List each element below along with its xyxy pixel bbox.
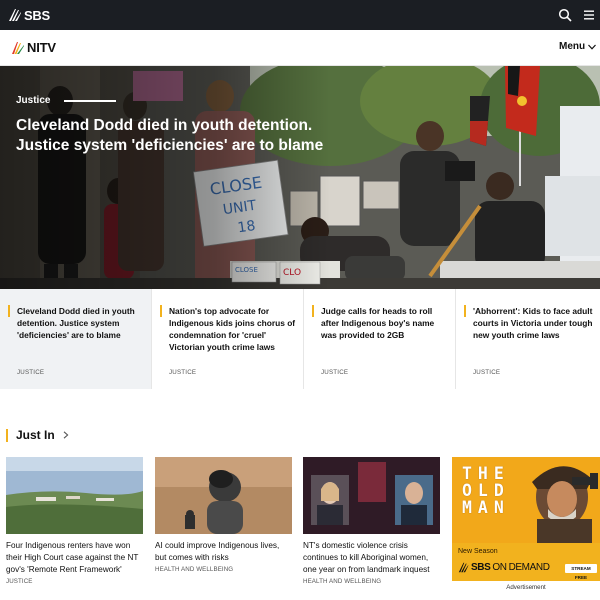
- story-card-2[interactable]: Nation's top advocate for Indigenous kid…: [152, 289, 304, 389]
- chevron-down-icon: [588, 44, 597, 50]
- search-icon[interactable]: [558, 8, 572, 22]
- just-in-title: AI could improve Indigenous lives, but c…: [155, 541, 280, 562]
- story-card-4[interactable]: 'Abhorrent': Kids to face adult courts i…: [456, 289, 600, 389]
- just-in-card-3[interactable]: NT's domestic violence crisis continues …: [303, 457, 440, 585]
- story-card-3[interactable]: Judge calls for heads to roll after Indi…: [304, 289, 456, 389]
- sbs-logo-icon: [9, 9, 21, 21]
- menu-label: Menu: [559, 41, 586, 52]
- ad-image: THE OLD MAN: [452, 457, 600, 543]
- just-in-accent-bar: [6, 428, 8, 442]
- sbs-logo-text: SBS: [24, 7, 50, 23]
- ad-new-season: New Season: [458, 548, 498, 555]
- just-in-card-2[interactable]: AI could improve Indigenous lives, but c…: [155, 457, 292, 573]
- ad-title: THE OLD MAN: [462, 464, 510, 517]
- ad-brand-on: ON: [492, 562, 507, 573]
- hamburger-icon[interactable]: [584, 9, 594, 21]
- story-accent-bar: [464, 305, 466, 317]
- sbs-logo-icon: [458, 562, 469, 573]
- nitv-logo-icon: [12, 41, 24, 54]
- nitv-logo-text: NITV: [27, 40, 56, 55]
- story-title: Cleveland Dodd died in youth detention. …: [17, 306, 135, 340]
- story-category: JUSTICE: [321, 369, 349, 376]
- advertisement-banner[interactable]: THE OLD MAN New Season SBS ON DEMAND STR…: [452, 457, 600, 581]
- hero-banner[interactable]: CLOSE UNIT 18 CLOSE CLO Justice Clevelan…: [0, 66, 600, 289]
- nitv-logo[interactable]: NITV: [11, 40, 56, 55]
- ad-brand-demand: DEMAND: [508, 562, 550, 573]
- sbs-topbar: SBS: [0, 0, 600, 30]
- just-in-title: Four Indigenous renters have won their H…: [6, 541, 139, 574]
- hero-category[interactable]: Justice: [16, 95, 50, 106]
- just-in-heading[interactable]: Just In: [6, 428, 69, 442]
- sbs-logo[interactable]: SBS: [8, 7, 50, 23]
- story-title: Judge calls for heads to roll after Indi…: [321, 306, 435, 340]
- just-in-image-3: [303, 457, 440, 534]
- advertisement-label: Advertisement: [506, 584, 546, 591]
- nitv-navbar: NITV Menu: [0, 30, 600, 66]
- just-in-image-1: [6, 457, 143, 534]
- chevron-right-icon: [63, 431, 69, 439]
- story-strip: Cleveland Dodd died in youth detention. …: [0, 289, 600, 389]
- just-in-category: HEALTH AND WELLBEING: [155, 566, 234, 573]
- story-accent-bar: [8, 305, 10, 317]
- ad-stream-free-button[interactable]: STREAM FREE: [565, 564, 597, 580]
- just-in-card-1[interactable]: Four Indigenous renters have won their H…: [6, 457, 143, 585]
- story-category: JUSTICE: [473, 369, 501, 376]
- story-category: JUSTICE: [169, 369, 197, 376]
- just-in-title: Just In: [16, 428, 55, 442]
- hero-title[interactable]: Cleveland Dodd died in youth detention. …: [16, 116, 336, 156]
- just-in-category: HEALTH AND WELLBEING: [303, 578, 382, 585]
- story-title: Nation's top advocate for Indigenous kid…: [169, 306, 296, 352]
- just-in-title: NT's domestic violence crisis continues …: [303, 541, 430, 574]
- story-card-1[interactable]: Cleveland Dodd died in youth detention. …: [0, 289, 152, 389]
- ad-brand: SBS ON DEMAND: [458, 562, 550, 573]
- just-in-category: JUSTICE: [6, 578, 33, 585]
- just-in-image-2: [155, 457, 292, 534]
- ad-brand-prefix: SBS: [471, 562, 491, 573]
- story-title: 'Abhorrent': Kids to face adult courts i…: [473, 306, 593, 340]
- story-accent-bar: [312, 305, 314, 317]
- story-category: JUSTICE: [17, 369, 45, 376]
- menu-button[interactable]: Menu: [559, 41, 597, 52]
- story-accent-bar: [160, 305, 162, 317]
- hero-category-underline: [64, 100, 116, 102]
